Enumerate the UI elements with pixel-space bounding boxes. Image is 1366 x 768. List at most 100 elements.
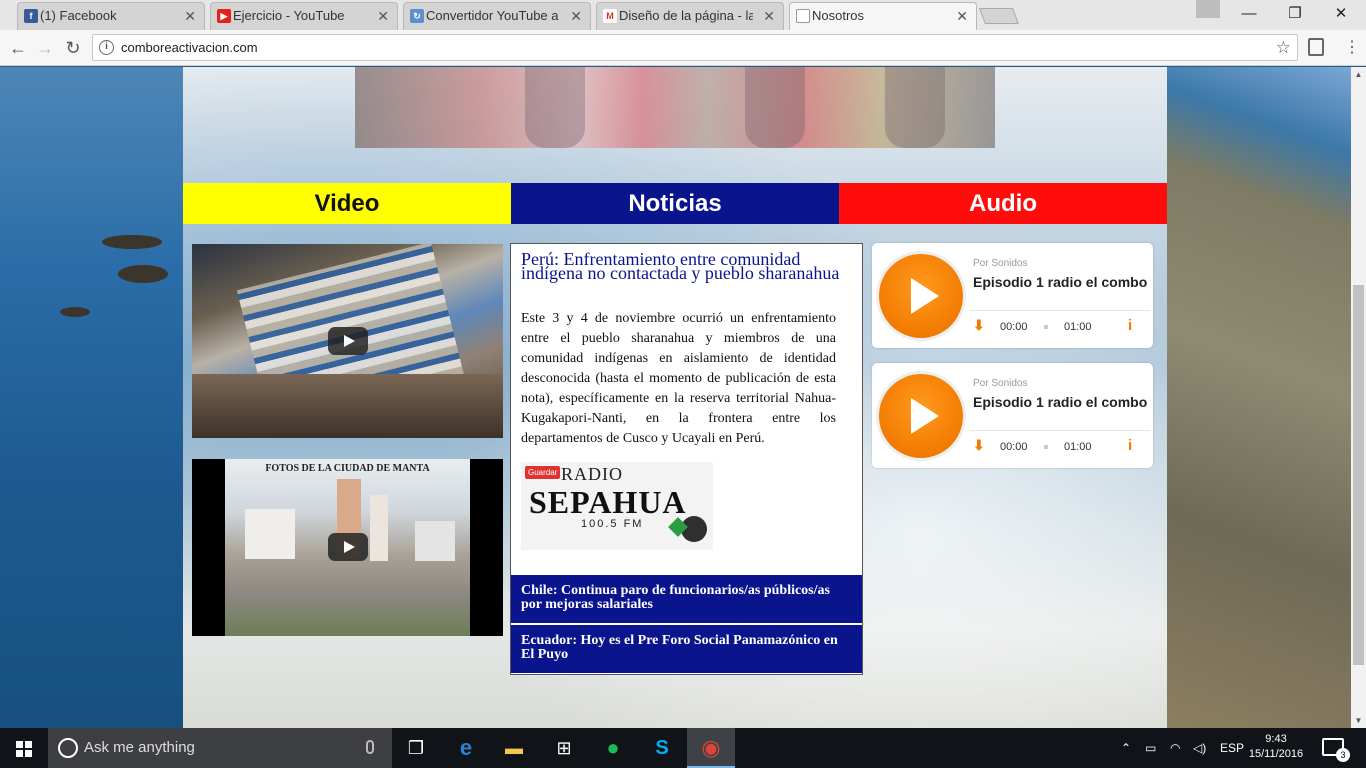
save-pin-button[interactable]: Guardar <box>525 466 561 479</box>
news-body: Este 3 y 4 de noviembre ocurrió un enfre… <box>521 311 836 446</box>
skype-icon[interactable]: S <box>638 728 686 768</box>
tab-title: Convertidor YouTube a M <box>426 8 560 23</box>
tab-gmail[interactable]: M Diseño de la página - lau ✕ <box>596 2 784 30</box>
play-icon[interactable] <box>328 327 368 355</box>
video-embed-earthquake[interactable] <box>192 244 503 438</box>
action-center-icon[interactable]: 3 <box>1322 738 1350 762</box>
banner-figure <box>885 67 945 148</box>
logo-name-text: SEPAHUA <box>529 484 687 520</box>
window-close-button[interactable]: ✕ <box>1318 0 1364 28</box>
file-explorer-icon[interactable]: ▬ <box>490 728 538 768</box>
spotify-icon[interactable]: ● <box>589 728 637 768</box>
scroll-down-icon[interactable]: ▼ <box>1351 716 1366 725</box>
nav-news-tab[interactable]: Noticias <box>511 183 839 224</box>
player-duration: 01:00 <box>1064 441 1092 453</box>
page-viewport: Video Noticias Audio FOTOS DE LA CIUDAD … <box>0 67 1351 728</box>
nav-video-tab[interactable]: Video <box>183 183 511 224</box>
search-placeholder[interactable]: Ask me anything <box>84 728 195 768</box>
close-icon[interactable]: ✕ <box>956 3 968 29</box>
reload-icon[interactable]: ↻ <box>61 36 85 60</box>
player-controls: ⬇ 00:00 01:00 i <box>970 310 1150 342</box>
close-icon[interactable]: ✕ <box>184 3 196 29</box>
converter-icon: ↻ <box>410 9 424 23</box>
close-icon[interactable]: ✕ <box>763 3 775 29</box>
browser-tab-strip: f (1) Facebook ✕ ▶ Ejercicio - YouTube ✕… <box>0 0 1366 31</box>
youtube-icon: ▶ <box>217 9 231 23</box>
cortana-search-box[interactable]: Ask me anything <box>48 728 392 768</box>
scroll-up-icon[interactable]: ▲ <box>1351 70 1366 79</box>
task-view-icon[interactable]: ❐ <box>392 728 440 768</box>
tab-youtube[interactable]: ▶ Ejercicio - YouTube ✕ <box>210 2 398 30</box>
radio-sepahua-logo: Guardar RADIO SEPAHUA 100.5 FM <box>521 462 713 550</box>
thumbnail-building <box>245 509 295 559</box>
microphone-icon <box>681 516 707 542</box>
language-indicator[interactable]: ESP <box>1220 728 1244 768</box>
tab-converter[interactable]: ↻ Convertidor YouTube a M ✕ <box>403 2 591 30</box>
start-button[interactable] <box>0 728 48 768</box>
close-icon[interactable]: ✕ <box>570 3 582 29</box>
clock-date: 15/11/2016 <box>1248 748 1304 760</box>
minimize-button[interactable]: — <box>1226 0 1272 28</box>
thumbnail-building <box>415 521 455 561</box>
nav-audio-tab[interactable]: Audio <box>839 183 1167 224</box>
address-url[interactable]: comboreactivacion.com <box>121 35 258 60</box>
info-icon[interactable]: i <box>1128 437 1132 454</box>
page-scrollbar[interactable]: ▲ ▼ <box>1351 67 1366 728</box>
windows-taskbar: Ask me anything ❐ e ▬ ⊞ ● S ◉ ⌃ ▭ ◠ ◁) E… <box>0 728 1366 768</box>
browser-toolbar: ← → ↻ i comboreactivacion.com ☆ ⋮ <box>0 30 1366 66</box>
gmail-icon: M <box>603 9 617 23</box>
page-icon <box>796 9 810 23</box>
cortana-icon <box>58 738 78 758</box>
news-list-item[interactable]: Chile: Continua paro de funcionarios/as … <box>511 575 862 623</box>
browser-menu-icon[interactable]: ⋮ <box>1344 36 1360 60</box>
tray-expand-icon[interactable]: ⌃ <box>1121 728 1131 768</box>
tab-nosotros[interactable]: Nosotros ✕ <box>789 2 977 31</box>
system-clock[interactable]: 9:43 15/11/2016 <box>1246 732 1306 762</box>
address-bar[interactable]: i comboreactivacion.com ☆ <box>92 34 1298 61</box>
back-icon[interactable]: ← <box>6 36 30 60</box>
progress-dot[interactable] <box>1044 325 1048 329</box>
extension-icon[interactable] <box>1308 38 1324 56</box>
background-rock <box>60 307 90 317</box>
volume-icon[interactable]: ◁) <box>1193 728 1206 768</box>
player-author[interactable]: Por Sonidos <box>973 258 1027 269</box>
background-coast <box>1166 67 1351 728</box>
main-content: Video Noticias Audio FOTOS DE LA CIUDAD … <box>183 67 1167 728</box>
edge-icon[interactable]: e <box>442 728 490 768</box>
play-icon[interactable] <box>879 254 963 338</box>
player-author[interactable]: Por Sonidos <box>973 378 1027 389</box>
audio-player: Por Sonidos Episodio 1 radio el combo ⬇ … <box>872 363 1153 468</box>
audio-player: Por Sonidos Episodio 1 radio el combo ⬇ … <box>872 243 1153 348</box>
forward-icon[interactable]: → <box>33 36 57 60</box>
header-banner-image <box>355 67 995 148</box>
progress-dot[interactable] <box>1044 445 1048 449</box>
play-icon[interactable] <box>879 374 963 458</box>
info-icon[interactable]: i <box>1128 317 1132 334</box>
close-icon[interactable]: ✕ <box>377 3 389 29</box>
site-info-icon[interactable]: i <box>99 40 114 55</box>
clock-time: 9:43 <box>1265 733 1287 745</box>
battery-icon[interactable]: ▭ <box>1145 728 1156 768</box>
wifi-icon[interactable]: ◠ <box>1170 728 1180 768</box>
video-embed-manta[interactable]: FOTOS DE LA CIUDAD DE MANTA <box>192 459 503 636</box>
news-headline[interactable]: Perú: Enfrentamiento entre comunidad ind… <box>521 250 856 282</box>
facebook-icon: f <box>24 9 38 23</box>
news-list-item[interactable]: Ecuador: Hoy es el Pre Foro Social Panam… <box>511 625 862 673</box>
new-tab-button[interactable] <box>979 8 1019 24</box>
player-episode-title[interactable]: Episodio 1 radio el combo <box>973 274 1147 290</box>
download-icon[interactable]: ⬇ <box>973 437 985 454</box>
restore-button[interactable]: ❐ <box>1272 0 1318 28</box>
store-icon[interactable]: ⊞ <box>540 728 588 768</box>
background-rock <box>118 265 168 283</box>
scrollbar-thumb[interactable] <box>1353 285 1364 665</box>
chrome-icon[interactable]: ◉ <box>687 728 735 768</box>
tab-facebook[interactable]: f (1) Facebook ✕ <box>17 2 205 30</box>
profile-icon[interactable] <box>1196 0 1220 18</box>
notification-count: 3 <box>1336 748 1350 762</box>
news-panel: Perú: Enfrentamiento entre comunidad ind… <box>510 243 863 675</box>
microphone-icon[interactable] <box>366 740 374 754</box>
player-episode-title[interactable]: Episodio 1 radio el combo <box>973 394 1147 410</box>
bookmark-star-icon[interactable]: ☆ <box>1276 35 1291 60</box>
play-icon[interactable] <box>328 533 368 561</box>
download-icon[interactable]: ⬇ <box>973 317 985 334</box>
